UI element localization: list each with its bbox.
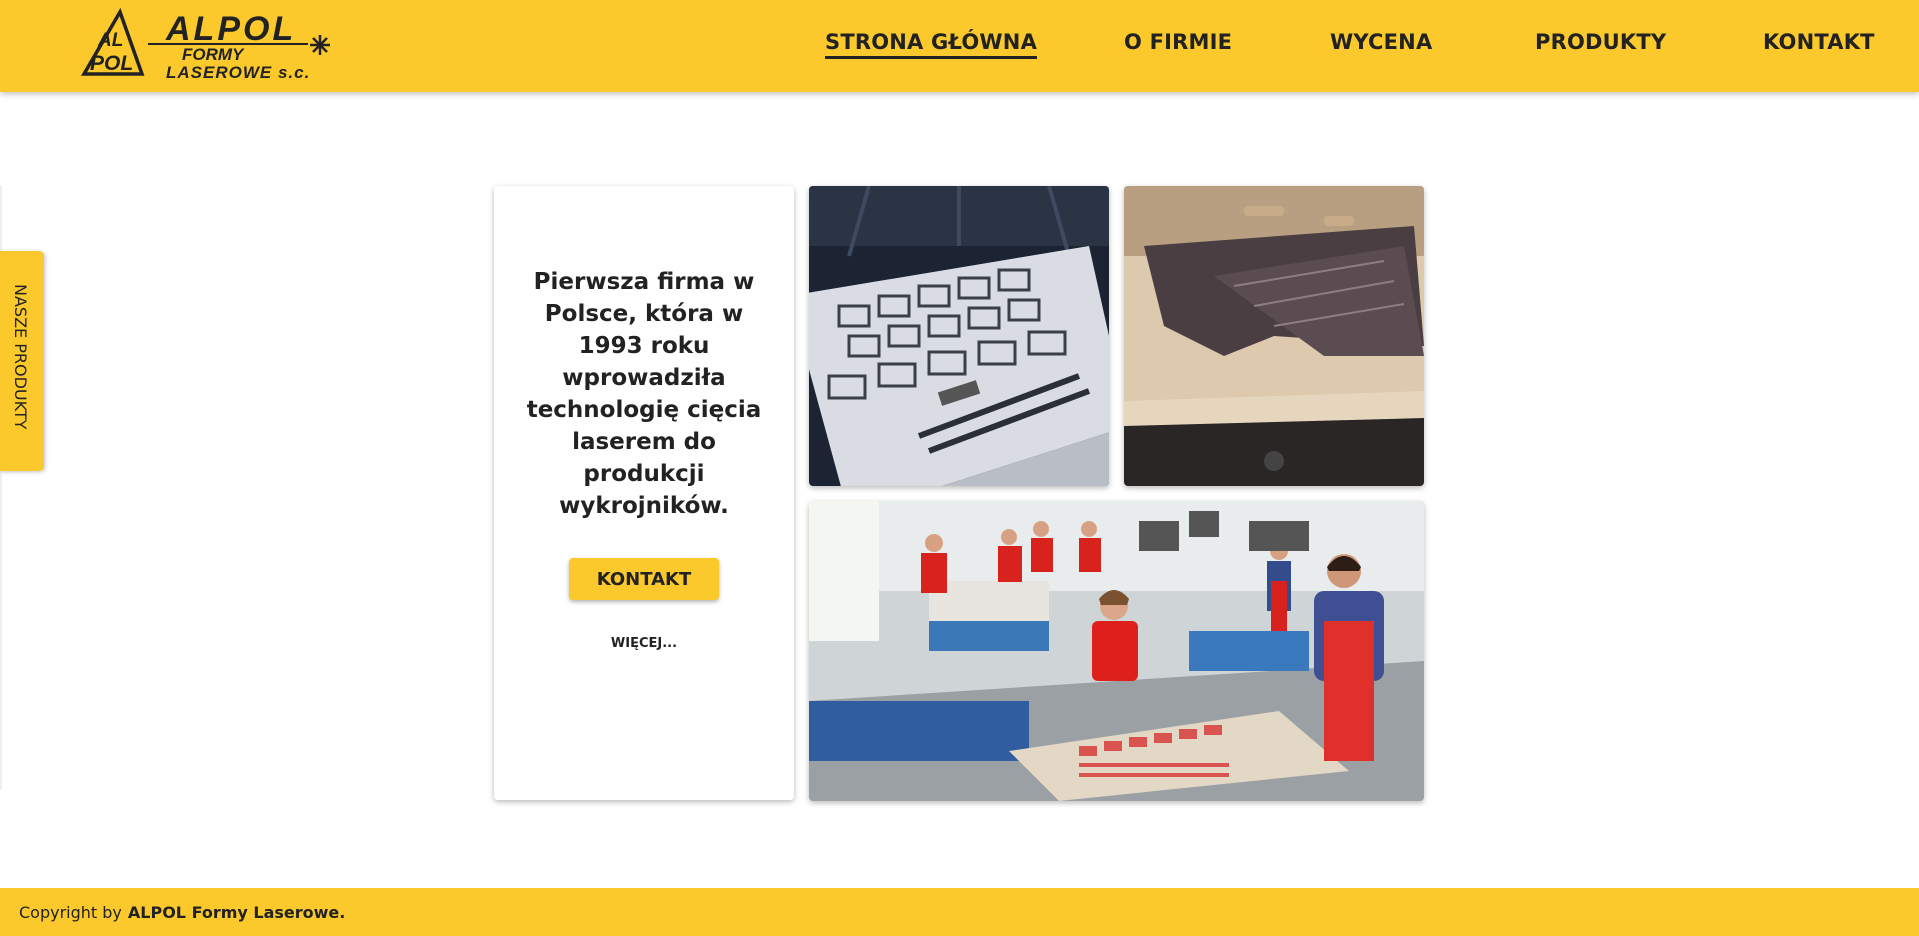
main-nav: STRONA GŁÓWNA O FIRMIE WYCENA PRODUKTY K… (0, 0, 1919, 92)
site-header: AL POL ALPOL FORMY LASEROWE s.c. STRONA … (0, 0, 1919, 92)
copyright-text: Copyright by ALPOL Formy Laserowe. (19, 903, 345, 922)
nav-wycena[interactable]: WYCENA (1330, 30, 1432, 54)
nav-produkty[interactable]: PRODUKTY (1535, 30, 1666, 54)
copyright-prefix: Copyright by (19, 903, 122, 922)
kontakt-button[interactable]: KONTAKT (569, 558, 719, 600)
nav-o-firmie[interactable]: O FIRMIE (1124, 30, 1232, 54)
photo-laser-cut-parts (809, 186, 1109, 486)
photo-cut-board (1124, 186, 1424, 486)
photo-workshop-team (809, 501, 1424, 801)
intro-headline: Pierwsza firma w Polsce, która w 1993 ro… (526, 269, 762, 519)
site-footer: Copyright by ALPOL Formy Laserowe. (0, 888, 1919, 936)
footer-company: ALPOL Formy Laserowe. (127, 903, 346, 922)
nasze-produkty-tab[interactable]: NASZE PRODUKTY (0, 251, 44, 471)
nav-kontakt[interactable]: KONTAKT (1763, 30, 1875, 54)
wiecej-link[interactable]: WIĘCEJ... (494, 636, 794, 651)
nav-strona-glowna[interactable]: STRONA GŁÓWNA (825, 30, 1038, 59)
intro-card: Pierwsza firma w Polsce, która w 1993 ro… (494, 186, 794, 800)
side-tab-label: NASZE PRODUKTY (11, 284, 30, 430)
